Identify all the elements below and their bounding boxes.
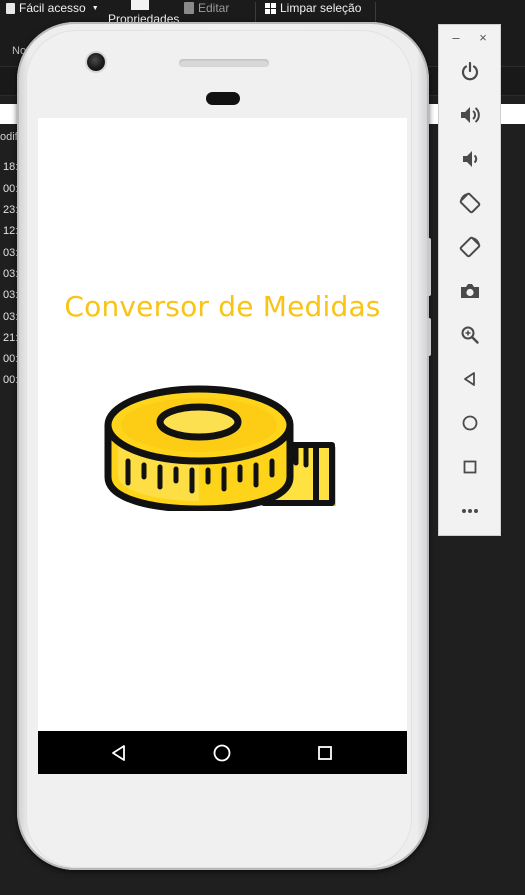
file-time-cell: 23: <box>3 204 19 216</box>
volume-up-icon[interactable] <box>458 103 482 127</box>
file-time-cell: 00: <box>3 374 19 386</box>
speaker-grill <box>179 59 269 67</box>
more-icon[interactable] <box>458 499 482 523</box>
zoom-icon[interactable] <box>458 323 482 347</box>
quick-access-label: Fácil acesso <box>19 1 86 15</box>
volume-down-icon[interactable] <box>458 147 482 171</box>
earpiece-speaker <box>206 92 240 105</box>
file-time-cell: 03: <box>3 268 19 280</box>
back-triangle-icon[interactable] <box>106 740 132 766</box>
properties-icon <box>131 0 149 10</box>
document-icon <box>6 2 15 14</box>
emulator-toolbar: – × <box>438 24 501 536</box>
close-icon[interactable]: × <box>474 28 492 46</box>
home-circle-icon[interactable] <box>209 740 235 766</box>
ribbon-divider <box>375 2 376 22</box>
home-icon[interactable] <box>458 411 482 435</box>
edit-icon <box>184 2 194 14</box>
modified-column-header[interactable]: odif <box>0 131 18 143</box>
clear-selection-button[interactable]: Limpar seleção <box>265 1 361 15</box>
emulator-toolbar-header: – × <box>439 25 500 51</box>
edit-button[interactable]: Editar <box>184 1 229 15</box>
camera-icon[interactable] <box>458 279 482 303</box>
file-time-cell: 00: <box>3 353 19 365</box>
phone-volume-button <box>427 238 431 296</box>
quick-access-button[interactable]: Fácil acesso ▼ <box>6 1 99 15</box>
file-time-cell: 03: <box>3 311 19 323</box>
select-grid-icon <box>265 2 276 14</box>
file-time-cell: 00: <box>3 183 19 195</box>
file-time-cell: 03: <box>3 247 19 259</box>
edit-label: Editar <box>198 1 230 15</box>
power-icon[interactable] <box>458 59 482 83</box>
dropdown-caret-icon: ▼ <box>91 4 99 12</box>
file-time-cell: 21: <box>3 332 19 344</box>
front-camera-icon <box>87 53 105 71</box>
measuring-tape-icon <box>104 385 336 511</box>
recents-square-icon[interactable] <box>312 740 338 766</box>
clear-selection-label: Limpar seleção <box>280 1 362 15</box>
back-icon[interactable] <box>458 367 482 391</box>
minimize-icon[interactable]: – <box>447 28 465 46</box>
desktop: Fácil acesso ▼ Propriedades Editar Limpa… <box>0 0 525 895</box>
overview-icon[interactable] <box>458 455 482 479</box>
phone-power-button <box>427 318 431 356</box>
app-title: Conversor de Medidas <box>64 290 381 323</box>
app-screen: Conversor de Medidas <box>38 118 407 731</box>
file-time-cell: 03: <box>3 289 19 301</box>
rotate-left-icon[interactable] <box>458 191 482 215</box>
ribbon-divider <box>255 2 256 22</box>
file-time-cell: 12: <box>3 225 19 237</box>
rotate-right-icon[interactable] <box>458 235 482 259</box>
android-navigation-bar <box>38 731 407 774</box>
file-time-cell: 18: <box>3 161 19 173</box>
